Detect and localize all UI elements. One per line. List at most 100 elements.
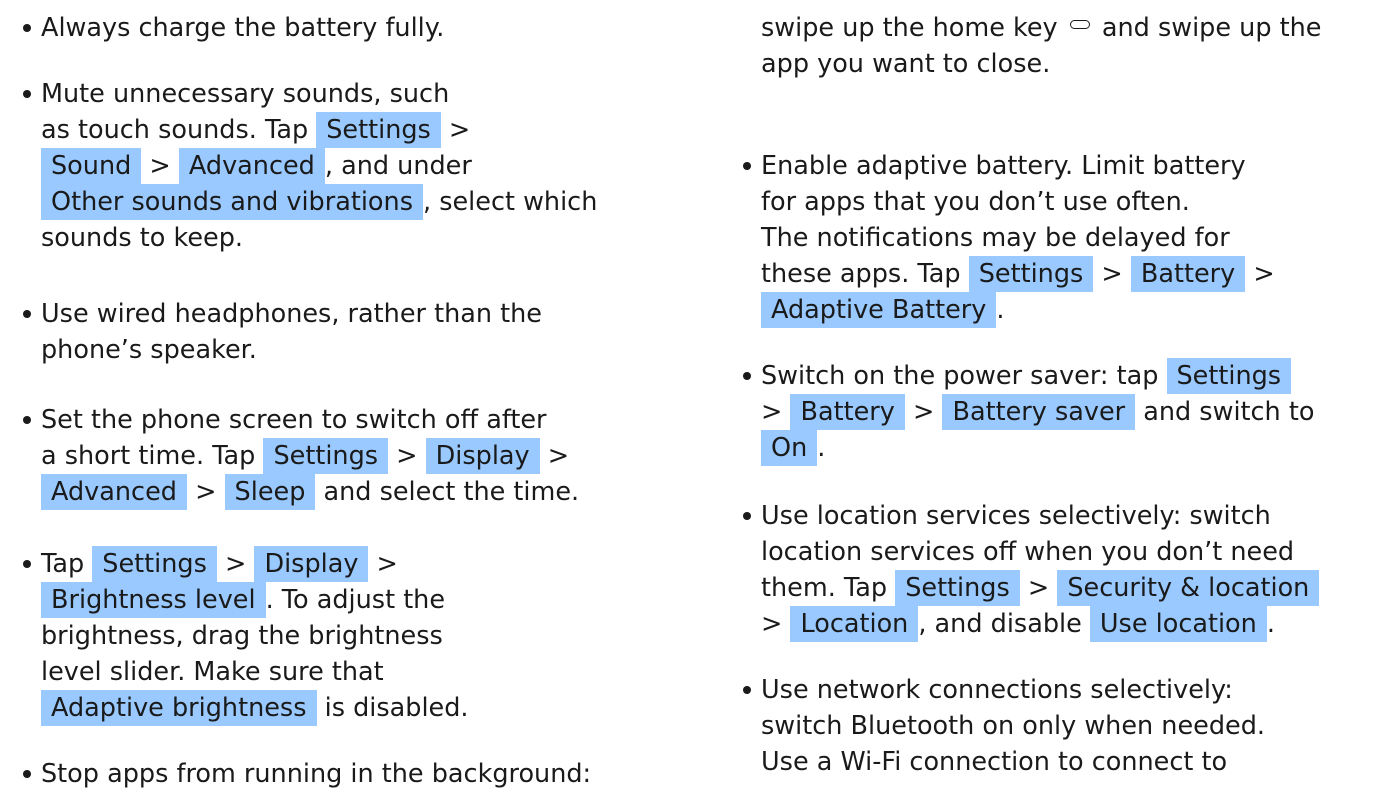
- bullet-icon: [741, 672, 753, 708]
- bullet-icon: [21, 756, 33, 792]
- body-text: >: [388, 441, 426, 471]
- tip-charge-battery: Always charge the battery fully.: [21, 10, 444, 46]
- text-line: these apps. Tap Settings > Battery >: [761, 256, 1275, 292]
- ui-term-highlight: Use location: [1089, 606, 1267, 642]
- text-line: app you want to close.: [761, 46, 1321, 82]
- body-text: >: [440, 115, 471, 145]
- ui-term-highlight: Adaptive brightness: [41, 690, 317, 726]
- text-line: Use network connections selectively:: [761, 672, 1265, 708]
- ui-term-highlight: Brightness level: [41, 582, 266, 618]
- text-line: level slider. Make sure that: [41, 654, 469, 690]
- text-line: phone’s speaker.: [41, 332, 542, 368]
- body-text: Always charge the battery fully.: [41, 13, 445, 43]
- body-text: Enable adaptive battery. Limit battery: [761, 151, 1246, 181]
- body-text: is disabled.: [316, 693, 469, 723]
- ui-term-highlight: Advanced: [178, 148, 325, 184]
- body-text: phone’s speaker.: [41, 335, 257, 365]
- bullet-icon: [21, 402, 33, 438]
- body-text: Tap: [41, 549, 93, 579]
- bullet-icon: [741, 148, 753, 184]
- tip-mute-sounds: Mute unnecessary sounds, such as touch so…: [21, 76, 597, 256]
- tip-stop-background-apps-continued: swipe up the home key and swipe up the ap…: [741, 10, 1321, 82]
- body-text: these apps. Tap: [761, 259, 969, 289]
- text-line: Set the phone screen to switch off after: [41, 402, 579, 438]
- ui-term-highlight: Settings: [968, 256, 1094, 292]
- body-text: >: [904, 397, 943, 427]
- body-text: The notifications may be delayed for: [761, 223, 1230, 253]
- ui-term-highlight: Sleep: [224, 474, 316, 510]
- body-text: them. Tap: [761, 573, 896, 603]
- body-text: >: [1245, 259, 1275, 289]
- text-line: brightness, drag the brightness: [41, 618, 469, 654]
- text-line: Use wired headphones, rather than the: [41, 296, 542, 332]
- text-line: Brightness level. To adjust the: [41, 582, 469, 618]
- body-text: and select the time.: [315, 477, 580, 507]
- bullet-icon: [21, 296, 33, 332]
- text-line: sounds to keep.: [41, 220, 597, 256]
- body-text: as touch sounds. Tap: [41, 115, 317, 145]
- text-line: Stop apps from running in the background…: [41, 756, 591, 792]
- ui-term-highlight: Settings: [316, 112, 441, 148]
- ui-term-highlight: Battery: [790, 394, 905, 430]
- body-text: and swipe up the: [1093, 13, 1322, 43]
- text-line: Mute unnecessary sounds, such: [41, 76, 597, 112]
- ui-term-highlight: Settings: [92, 546, 217, 582]
- body-text: . To adjust the: [265, 585, 446, 615]
- ui-term-highlight: Battery saver: [942, 394, 1136, 430]
- text-line: Use location services selectively: switc…: [761, 498, 1319, 534]
- text-line: Advanced > Sleep and select the time.: [41, 474, 579, 510]
- body-text: a short time. Tap: [41, 441, 264, 471]
- text-line: swipe up the home key and swipe up the: [761, 10, 1321, 46]
- body-text: for apps that you don’t use often.: [761, 187, 1190, 217]
- body-text: sounds to keep.: [41, 223, 244, 253]
- bullet-icon: [21, 76, 33, 112]
- tip-power-saver: Switch on the power saver: tap Settings >…: [741, 358, 1314, 466]
- text-line: a short time. Tap Settings > Display >: [41, 438, 579, 474]
- text-line: switch Bluetooth on only when needed.: [761, 708, 1265, 744]
- text-line: Use a Wi-Fi connection to connect to: [761, 744, 1265, 780]
- bullet-icon: [21, 10, 33, 46]
- body-text: >: [141, 151, 179, 181]
- ui-term-highlight: Advanced: [41, 474, 187, 510]
- ui-term-highlight: Settings: [1166, 358, 1292, 394]
- bullet-icon: [741, 498, 753, 534]
- text-line: location services off when you don’t nee…: [761, 534, 1319, 570]
- body-text: , select which: [422, 187, 598, 217]
- body-text: swipe up the home key: [761, 13, 1066, 43]
- tip-brightness: Tap Settings > Display > Brightness level…: [21, 546, 469, 726]
- body-text: .: [1266, 609, 1275, 639]
- tip-screen-timeout: Set the phone screen to switch off after…: [21, 402, 579, 510]
- body-text: Use wired headphones, rather than the: [41, 299, 542, 329]
- body-text: switch Bluetooth on only when needed.: [761, 711, 1265, 741]
- body-text: >: [761, 397, 791, 427]
- body-text: >: [186, 477, 225, 507]
- body-text: Set the phone screen to switch off after: [41, 405, 547, 435]
- text-line: Other sounds and vibrations, select whic…: [41, 184, 597, 220]
- text-line: Adaptive Battery.: [761, 292, 1275, 328]
- tip-wired-headphones: Use wired headphones, rather than the pho…: [21, 296, 542, 368]
- body-text: brightness, drag the brightness: [41, 621, 443, 651]
- ui-term-highlight: Battery: [1130, 256, 1246, 292]
- body-text: app you want to close.: [761, 49, 1051, 79]
- text-line: Switch on the power saver: tap Settings: [761, 358, 1314, 394]
- bullet-icon: [21, 546, 33, 582]
- body-text: >: [1019, 573, 1058, 603]
- body-text: >: [368, 549, 398, 579]
- text-line: Enable adaptive battery. Limit battery: [761, 148, 1275, 184]
- body-text: Stop apps from running in the background…: [41, 759, 592, 789]
- body-text: level slider. Make sure that: [41, 657, 384, 687]
- body-text: location services off when you don’t nee…: [761, 537, 1295, 567]
- text-line: Always charge the battery fully.: [41, 10, 444, 46]
- text-line: The notifications may be delayed for: [761, 220, 1275, 256]
- body-text: Use location services selectively: switc…: [761, 501, 1271, 531]
- body-text: >: [539, 441, 570, 471]
- tip-location-services: Use location services selectively: switc…: [741, 498, 1320, 642]
- body-text: , and under: [324, 151, 472, 181]
- ui-term-highlight: Display: [425, 438, 540, 474]
- tip-network-connections: Use network connections selectively: swit…: [741, 672, 1265, 780]
- text-line: Sound > Advanced, and under: [41, 148, 597, 184]
- tip-stop-background-apps: Stop apps from running in the background…: [21, 756, 591, 792]
- text-line: them. Tap Settings > Security & location: [761, 570, 1320, 606]
- body-text: Switch on the power saver: tap: [761, 361, 1167, 391]
- ui-term-highlight: Location: [790, 606, 919, 642]
